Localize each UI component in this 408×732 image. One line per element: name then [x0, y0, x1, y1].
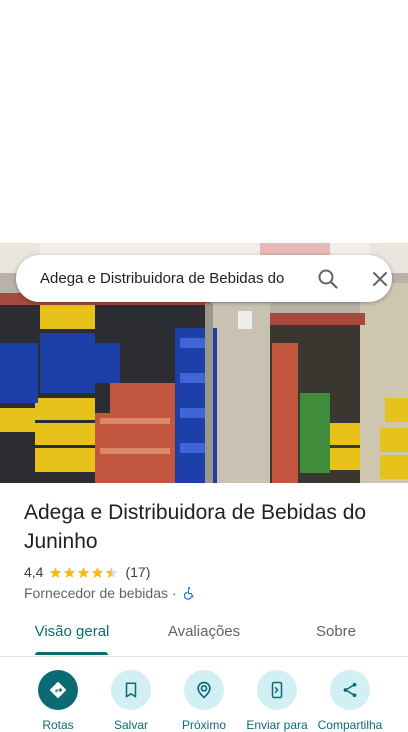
tab-overview[interactable]: Visão geral	[24, 614, 120, 652]
tab-reviews[interactable]: Avaliações	[152, 614, 256, 652]
nearby-icon	[197, 681, 211, 699]
rating-stars	[49, 566, 119, 579]
directions-icon	[49, 681, 67, 699]
share-button[interactable]: Compartilha	[310, 668, 390, 732]
category-row: Fornecedor de bebidas ·	[24, 584, 196, 602]
star-icon	[92, 566, 104, 578]
bookmark-icon	[125, 682, 137, 698]
rating-value: 4,4	[24, 564, 44, 580]
share-icon	[343, 682, 357, 698]
star-icon	[78, 566, 90, 578]
send-to-phone-icon	[271, 681, 283, 699]
star-icon	[64, 566, 76, 578]
place-title: Adega e Distribuidora de Bebidas do Juni…	[24, 501, 367, 553]
active-tab-indicator	[35, 652, 108, 655]
action-bar: Rotas Salvar Próximo Enviar para Compart…	[0, 668, 408, 732]
close-icon[interactable]	[368, 267, 392, 291]
separator: ·	[172, 585, 177, 601]
search-icon[interactable]	[316, 267, 340, 291]
star-icon	[50, 566, 62, 578]
search-bar[interactable]: Adega e Distribuidora de Bebidas do Juni…	[16, 255, 392, 302]
search-input[interactable]: Adega e Distribuidora de Bebidas do Juni…	[40, 255, 286, 302]
wheelchair-accessible-icon	[183, 587, 194, 600]
tab-about[interactable]: Sobre	[300, 614, 372, 652]
place-category: Fornecedor de bebidas	[24, 585, 168, 601]
map-area-blank	[0, 0, 408, 243]
review-count[interactable]: (17)	[125, 564, 150, 580]
tab-bar: Visão geral Avaliações Sobre	[0, 614, 408, 657]
share-label: Compartilha	[317, 718, 383, 732]
rating-row[interactable]: 4,4 (17)	[24, 563, 150, 581]
star-half-icon	[106, 566, 118, 578]
